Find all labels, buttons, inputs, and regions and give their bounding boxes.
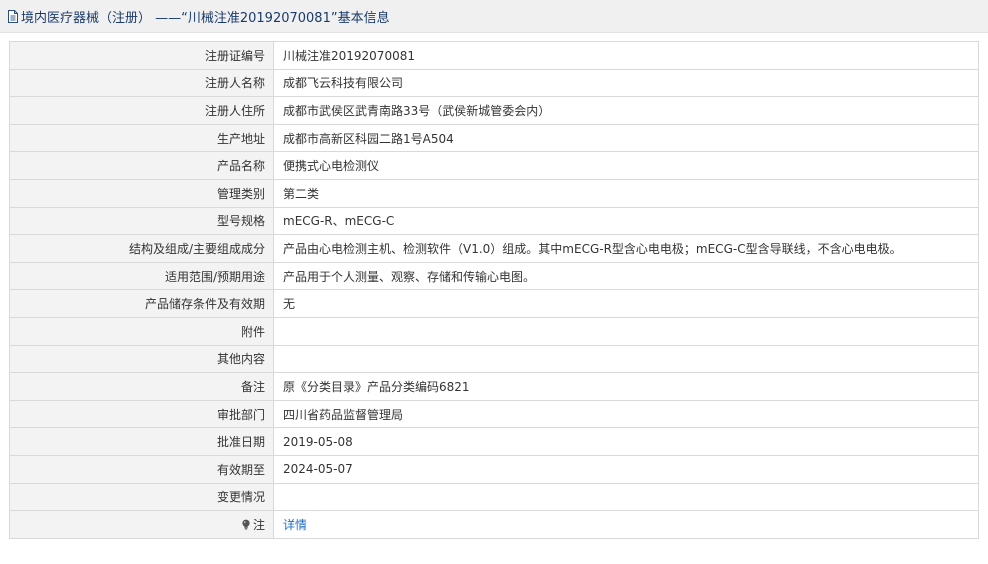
note-label-cell: 注	[9, 510, 274, 539]
model-spec-value: mECG-R、mECG-C	[273, 206, 979, 236]
row-approval-date: 批准日期 2019-05-08	[9, 427, 979, 456]
registration-number-label: 注册证编号	[9, 41, 274, 70]
row-intended-use: 适用范围/预期用途 产品用于个人测量、观察、存储和传输心电图。	[9, 261, 979, 291]
registrant-name-value: 成都飞云科技有限公司	[273, 68, 979, 98]
production-address-value: 成都市高新区科园二路1号A504	[273, 123, 979, 153]
change-status-label: 变更情况	[9, 482, 274, 512]
management-class-label: 管理类别	[9, 178, 274, 208]
row-registration-number: 注册证编号 川械注准20192070081	[9, 41, 979, 70]
info-table: 注册证编号 川械注准20192070081 注册人名称 成都飞云科技有限公司 注…	[9, 41, 979, 539]
production-address-label: 生产地址	[9, 123, 274, 153]
row-remarks: 备注 原《分类目录》产品分类编码6821	[9, 372, 979, 401]
row-product-name: 产品名称 便携式心电检测仪	[9, 151, 979, 180]
row-registrant-name: 注册人名称 成都飞云科技有限公司	[9, 68, 979, 98]
row-approval-department: 审批部门 四川省药品监督管理局	[9, 399, 979, 429]
storage-validity-label: 产品储存条件及有效期	[9, 289, 274, 318]
structure-composition-value: 产品由心电检测主机、检测软件（V1.0）组成。其中mECG-R型含心电电极；mE…	[273, 234, 979, 263]
valid-until-value: 2024-05-07	[273, 454, 979, 484]
row-other-content: 其他内容	[9, 344, 979, 374]
page-header: 境内医疗器械（注册） ——“川械注准20192070081”基本信息	[0, 0, 988, 33]
storage-validity-value: 无	[273, 289, 979, 318]
note-value-cell: 详情	[273, 510, 979, 539]
registrant-address-label: 注册人住所	[9, 96, 274, 125]
document-icon	[8, 9, 18, 23]
remarks-label: 备注	[9, 372, 274, 401]
approval-date-value: 2019-05-08	[273, 427, 979, 456]
product-name-value: 便携式心电检测仪	[273, 151, 979, 180]
row-registrant-address: 注册人住所 成都市武侯区武青南路33号（武侯新城管委会内）	[9, 96, 979, 125]
approval-department-label: 审批部门	[9, 399, 274, 429]
registrant-name-label: 注册人名称	[9, 68, 274, 98]
info-table-body: 注册证编号 川械注准20192070081 注册人名称 成都飞云科技有限公司 注…	[9, 41, 979, 539]
lightbulb-icon	[241, 519, 251, 530]
other-content-label: 其他内容	[9, 344, 274, 374]
row-management-class: 管理类别 第二类	[9, 178, 979, 208]
row-storage-validity: 产品储存条件及有效期 无	[9, 289, 979, 318]
model-spec-label: 型号规格	[9, 206, 274, 236]
row-attachment: 附件	[9, 316, 979, 346]
intended-use-label: 适用范围/预期用途	[9, 261, 274, 291]
row-structure-composition: 结构及组成/主要组成成分 产品由心电检测主机、检测软件（V1.0）组成。其中mE…	[9, 234, 979, 263]
note-label: 注	[252, 517, 265, 532]
attachment-value	[273, 316, 979, 346]
info-table-container: 注册证编号 川械注准20192070081 注册人名称 成都飞云科技有限公司 注…	[9, 41, 979, 539]
row-change-status: 变更情况	[9, 482, 979, 512]
management-class-value: 第二类	[273, 178, 979, 208]
remarks-value: 原《分类目录》产品分类编码6821	[273, 372, 979, 401]
valid-until-label: 有效期至	[9, 454, 274, 484]
row-model-spec: 型号规格 mECG-R、mECG-C	[9, 206, 979, 236]
intended-use-value: 产品用于个人测量、观察、存储和传输心电图。	[273, 261, 979, 291]
structure-composition-label: 结构及组成/主要组成成分	[9, 234, 274, 263]
other-content-value	[273, 344, 979, 374]
approval-date-label: 批准日期	[9, 427, 274, 456]
change-status-value	[273, 482, 979, 512]
row-valid-until: 有效期至 2024-05-07	[9, 454, 979, 484]
row-production-address: 生产地址 成都市高新区科园二路1号A504	[9, 123, 979, 153]
product-name-label: 产品名称	[9, 151, 274, 180]
registrant-address-value: 成都市武侯区武青南路33号（武侯新城管委会内）	[273, 96, 979, 125]
detail-link[interactable]: 详情	[283, 518, 307, 532]
page-title: 境内医疗器械（注册） ——“川械注准20192070081”基本信息	[21, 10, 390, 26]
approval-department-value: 四川省药品监督管理局	[273, 399, 979, 429]
registration-number-value: 川械注准20192070081	[273, 41, 979, 70]
row-note: 注 详情	[9, 510, 979, 539]
attachment-label: 附件	[9, 316, 274, 346]
